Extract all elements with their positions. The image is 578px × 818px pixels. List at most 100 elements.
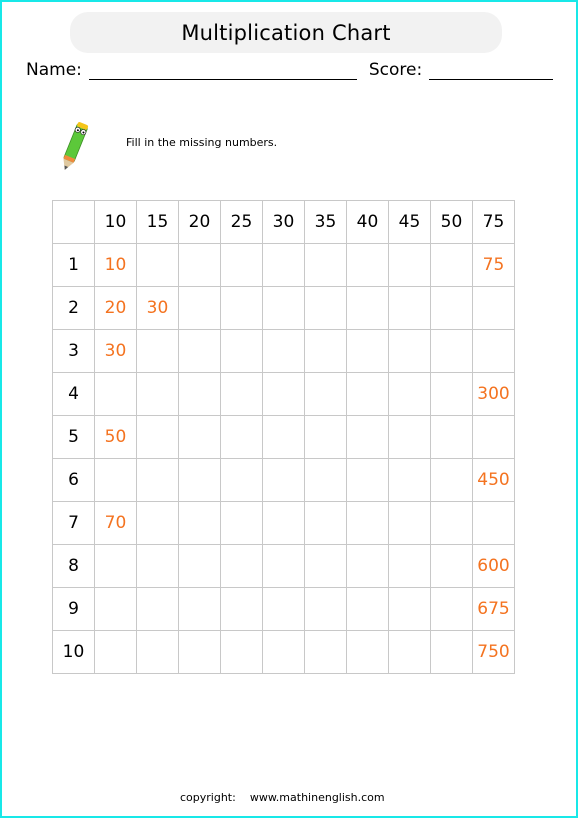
blank-answer-cell[interactable] bbox=[388, 329, 431, 373]
blank-answer-cell[interactable] bbox=[430, 587, 473, 631]
blank-answer-cell[interactable] bbox=[178, 415, 221, 459]
blank-answer-cell[interactable] bbox=[346, 243, 389, 287]
blank-answer-cell[interactable] bbox=[304, 544, 347, 588]
blank-answer-cell[interactable] bbox=[346, 458, 389, 502]
row-header: 10 bbox=[52, 630, 95, 674]
blank-answer-cell[interactable] bbox=[388, 587, 431, 631]
blank-answer-cell[interactable] bbox=[178, 501, 221, 545]
blank-answer-cell[interactable] bbox=[178, 458, 221, 502]
blank-answer-cell[interactable] bbox=[136, 587, 179, 631]
blank-answer-cell[interactable] bbox=[430, 415, 473, 459]
table-row: 2 20 30 bbox=[52, 286, 515, 330]
blank-answer-cell[interactable] bbox=[262, 415, 305, 459]
blank-answer-cell[interactable] bbox=[262, 372, 305, 416]
blank-answer-cell[interactable] bbox=[262, 544, 305, 588]
blank-answer-cell[interactable] bbox=[304, 630, 347, 674]
blank-answer-cell[interactable] bbox=[136, 415, 179, 459]
column-header: 10 bbox=[94, 200, 137, 244]
blank-answer-cell[interactable] bbox=[262, 501, 305, 545]
blank-answer-cell[interactable] bbox=[388, 286, 431, 330]
blank-answer-cell[interactable] bbox=[220, 286, 263, 330]
blank-answer-cell[interactable] bbox=[178, 329, 221, 373]
blank-answer-cell[interactable] bbox=[220, 372, 263, 416]
blank-answer-cell[interactable] bbox=[136, 458, 179, 502]
blank-answer-cell[interactable] bbox=[388, 458, 431, 502]
blank-answer-cell[interactable] bbox=[346, 415, 389, 459]
blank-answer-cell[interactable] bbox=[430, 286, 473, 330]
blank-answer-cell[interactable] bbox=[388, 501, 431, 545]
blank-answer-cell[interactable] bbox=[262, 458, 305, 502]
blank-answer-cell[interactable] bbox=[304, 243, 347, 287]
blank-answer-cell[interactable] bbox=[388, 544, 431, 588]
blank-answer-cell[interactable] bbox=[304, 458, 347, 502]
page-title: Multiplication Chart bbox=[181, 20, 391, 45]
blank-answer-cell[interactable] bbox=[220, 243, 263, 287]
blank-answer-cell[interactable] bbox=[430, 501, 473, 545]
blank-answer-cell[interactable] bbox=[178, 286, 221, 330]
blank-answer-cell[interactable] bbox=[388, 372, 431, 416]
blank-answer-cell[interactable] bbox=[178, 544, 221, 588]
blank-answer-cell[interactable] bbox=[430, 630, 473, 674]
name-field[interactable] bbox=[88, 61, 357, 80]
blank-answer-cell[interactable] bbox=[262, 329, 305, 373]
blank-answer-cell[interactable] bbox=[136, 372, 179, 416]
row-header: 4 bbox=[52, 372, 95, 416]
blank-answer-cell[interactable] bbox=[304, 415, 347, 459]
blank-answer-cell[interactable] bbox=[94, 544, 137, 588]
blank-answer-cell[interactable] bbox=[94, 372, 137, 416]
blank-answer-cell[interactable] bbox=[430, 544, 473, 588]
blank-answer-cell[interactable] bbox=[262, 286, 305, 330]
blank-answer-cell[interactable] bbox=[430, 243, 473, 287]
blank-answer-cell[interactable] bbox=[94, 458, 137, 502]
blank-answer-cell[interactable] bbox=[430, 372, 473, 416]
blank-answer-cell[interactable] bbox=[304, 286, 347, 330]
blank-answer-cell[interactable] bbox=[304, 501, 347, 545]
blank-answer-cell[interactable] bbox=[136, 544, 179, 588]
blank-answer-cell[interactable] bbox=[346, 630, 389, 674]
blank-answer-cell[interactable] bbox=[262, 587, 305, 631]
blank-answer-cell[interactable] bbox=[220, 329, 263, 373]
blank-answer-cell[interactable] bbox=[94, 587, 137, 631]
blank-answer-cell[interactable] bbox=[472, 415, 515, 459]
given-answer-cell: 600 bbox=[472, 544, 515, 588]
blank-answer-cell[interactable] bbox=[220, 501, 263, 545]
blank-answer-cell[interactable] bbox=[178, 587, 221, 631]
blank-answer-cell[interactable] bbox=[136, 243, 179, 287]
blank-answer-cell[interactable] bbox=[430, 458, 473, 502]
website-link[interactable]: www.mathinenglish.com bbox=[250, 791, 385, 804]
blank-answer-cell[interactable] bbox=[220, 458, 263, 502]
blank-answer-cell[interactable] bbox=[346, 501, 389, 545]
blank-answer-cell[interactable] bbox=[472, 501, 515, 545]
blank-answer-cell[interactable] bbox=[346, 329, 389, 373]
blank-answer-cell[interactable] bbox=[178, 630, 221, 674]
table-row: 9 675 bbox=[52, 587, 515, 631]
blank-answer-cell[interactable] bbox=[430, 329, 473, 373]
blank-answer-cell[interactable] bbox=[136, 329, 179, 373]
blank-answer-cell[interactable] bbox=[136, 501, 179, 545]
blank-answer-cell[interactable] bbox=[178, 372, 221, 416]
blank-answer-cell[interactable] bbox=[220, 587, 263, 631]
blank-answer-cell[interactable] bbox=[472, 329, 515, 373]
blank-answer-cell[interactable] bbox=[220, 415, 263, 459]
blank-answer-cell[interactable] bbox=[346, 286, 389, 330]
blank-answer-cell[interactable] bbox=[304, 587, 347, 631]
blank-answer-cell[interactable] bbox=[388, 630, 431, 674]
table-row: 6 450 bbox=[52, 458, 515, 502]
blank-answer-cell[interactable] bbox=[220, 630, 263, 674]
blank-answer-cell[interactable] bbox=[346, 587, 389, 631]
blank-answer-cell[interactable] bbox=[220, 544, 263, 588]
blank-answer-cell[interactable] bbox=[94, 630, 137, 674]
blank-answer-cell[interactable] bbox=[304, 372, 347, 416]
score-field[interactable] bbox=[429, 61, 554, 80]
blank-answer-cell[interactable] bbox=[472, 286, 515, 330]
blank-answer-cell[interactable] bbox=[388, 243, 431, 287]
blank-answer-cell[interactable] bbox=[262, 630, 305, 674]
blank-answer-cell[interactable] bbox=[262, 243, 305, 287]
blank-answer-cell[interactable] bbox=[136, 630, 179, 674]
blank-answer-cell[interactable] bbox=[346, 544, 389, 588]
blank-answer-cell[interactable] bbox=[304, 329, 347, 373]
blank-answer-cell[interactable] bbox=[388, 415, 431, 459]
given-answer-cell: 70 bbox=[94, 501, 137, 545]
blank-answer-cell[interactable] bbox=[346, 372, 389, 416]
blank-answer-cell[interactable] bbox=[178, 243, 221, 287]
